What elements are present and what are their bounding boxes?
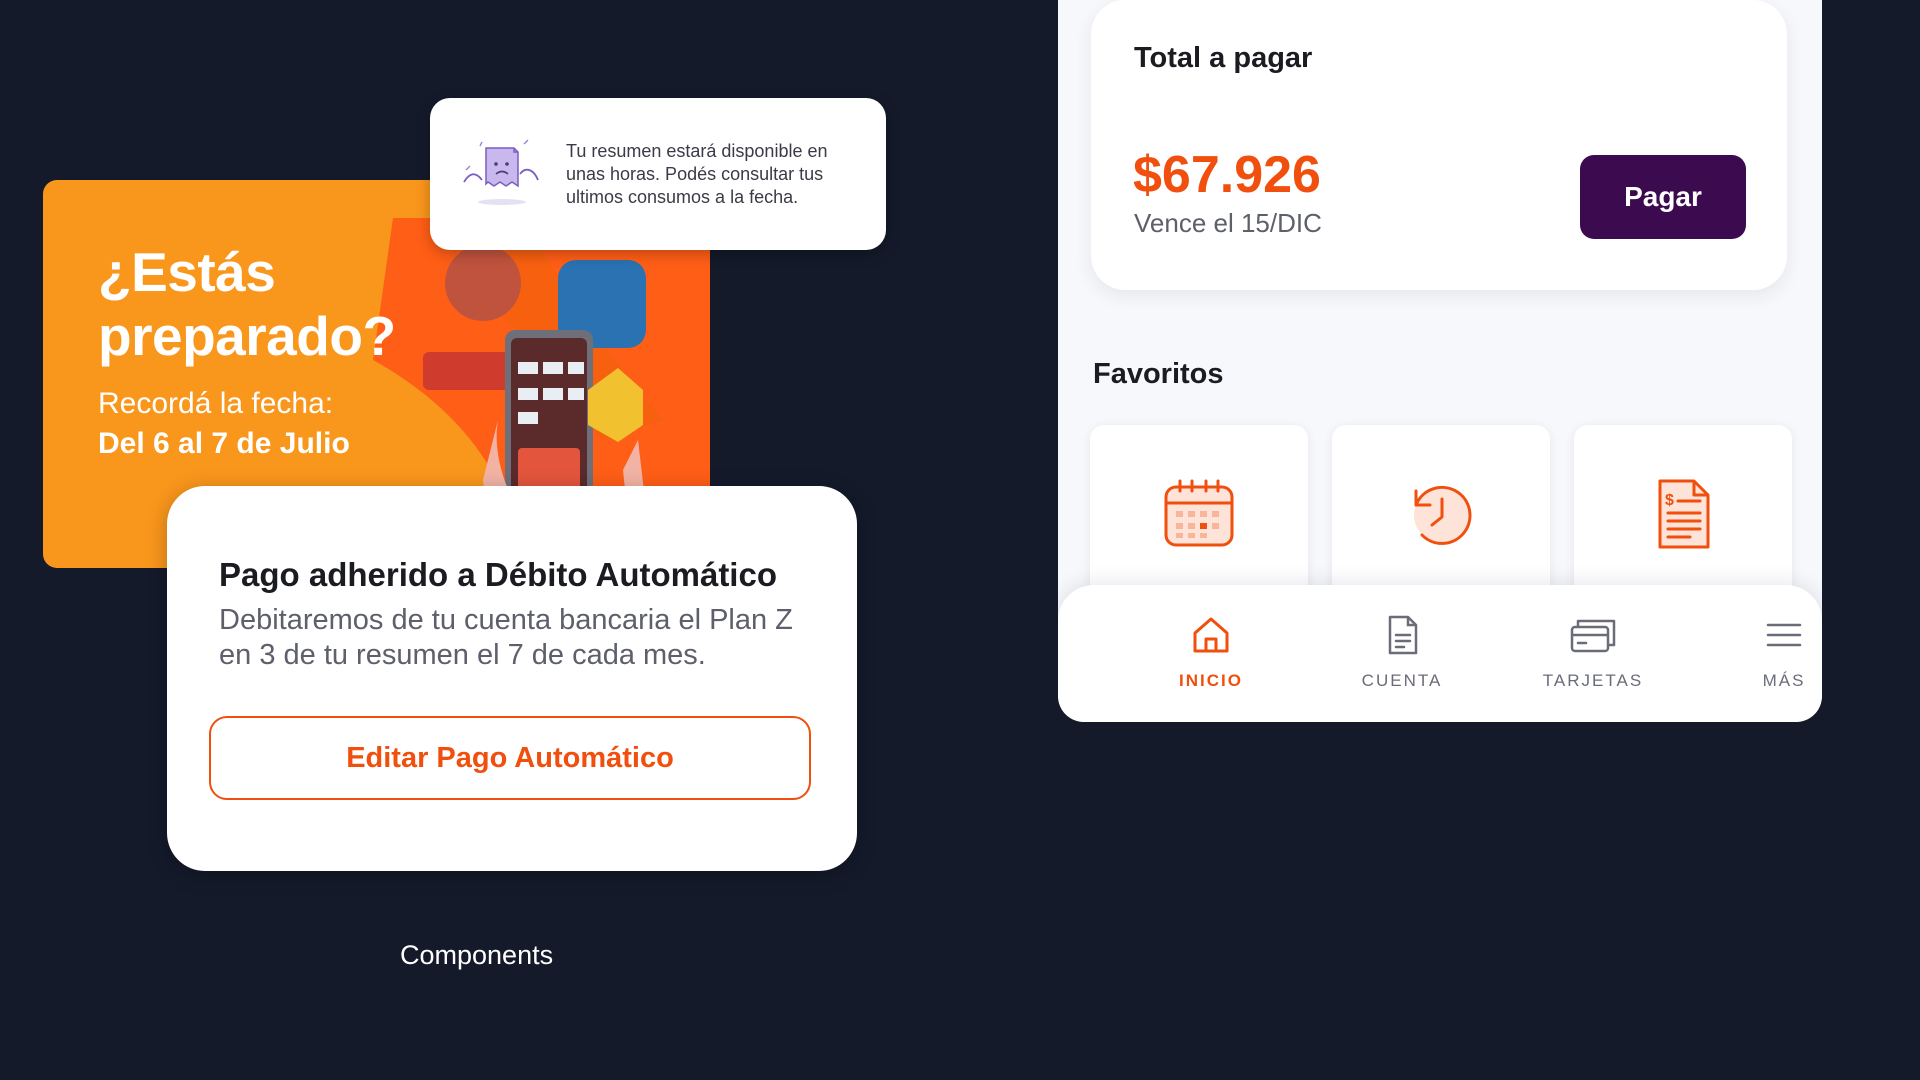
tab-label: TARJETAS <box>1542 671 1644 690</box>
total-label: Total a pagar <box>1134 42 1313 74</box>
auto-debit-title: Pago adherido a Débito Automático <box>219 556 777 593</box>
promo-title: ¿Estás preparado? <box>98 241 396 367</box>
due-date: Vence el 15/DIC <box>1134 208 1322 238</box>
tab-label: CUENTA <box>1361 671 1443 690</box>
mobile-home-screen: Total a pagar $67.926 Vence el 15/DIC Pa… <box>1058 0 1822 722</box>
history-clock-icon <box>1414 485 1472 545</box>
toast-message: Tu resumen estará disponible en unas hor… <box>566 141 828 207</box>
total-payment-card: Total a pagar $67.926 Vence el 15/DIC Pa… <box>1091 0 1787 290</box>
menu-icon <box>1766 623 1802 647</box>
total-amount: $67.926 <box>1133 146 1321 204</box>
summary-toast: Tu resumen estará disponible en unas hor… <box>430 98 886 250</box>
calendar-icon <box>1164 479 1234 547</box>
promo-subtitle: Recordá la fecha: <box>98 387 334 420</box>
section-caption: Components <box>400 940 554 970</box>
home-icon <box>1193 617 1229 653</box>
promo-date: Del 6 al 7 de Julio <box>98 427 350 460</box>
tab-cuenta[interactable]: CUENTA <box>1327 615 1477 691</box>
pay-button[interactable]: Pagar <box>1580 155 1746 239</box>
auto-debit-description: Debitaremos de tu cuenta bancaria el Pla… <box>219 604 793 671</box>
tab-label: INICIO <box>1179 671 1243 690</box>
document-icon <box>1388 615 1418 655</box>
edit-auto-payment-button[interactable]: Editar Pago Automático <box>209 716 811 800</box>
cards-icon <box>1570 619 1616 653</box>
bottom-tab-bar: INICIO CUENTA TARJETAS MÁS <box>1058 585 1822 722</box>
sad-receipt-icon <box>463 139 539 205</box>
auto-debit-card: Pago adherido a Débito Automático Debita… <box>167 486 857 871</box>
svg-text:$: $ <box>1665 492 1674 509</box>
favorites-title: Favoritos <box>1093 358 1224 390</box>
invoice-document-icon: $ <box>1658 479 1710 549</box>
tab-tarjetas[interactable]: TARJETAS <box>1518 615 1668 691</box>
tab-label: MÁS <box>1762 671 1806 690</box>
tab-inicio[interactable]: INICIO <box>1136 615 1286 691</box>
tab-mas[interactable]: MÁS <box>1709 615 1822 691</box>
